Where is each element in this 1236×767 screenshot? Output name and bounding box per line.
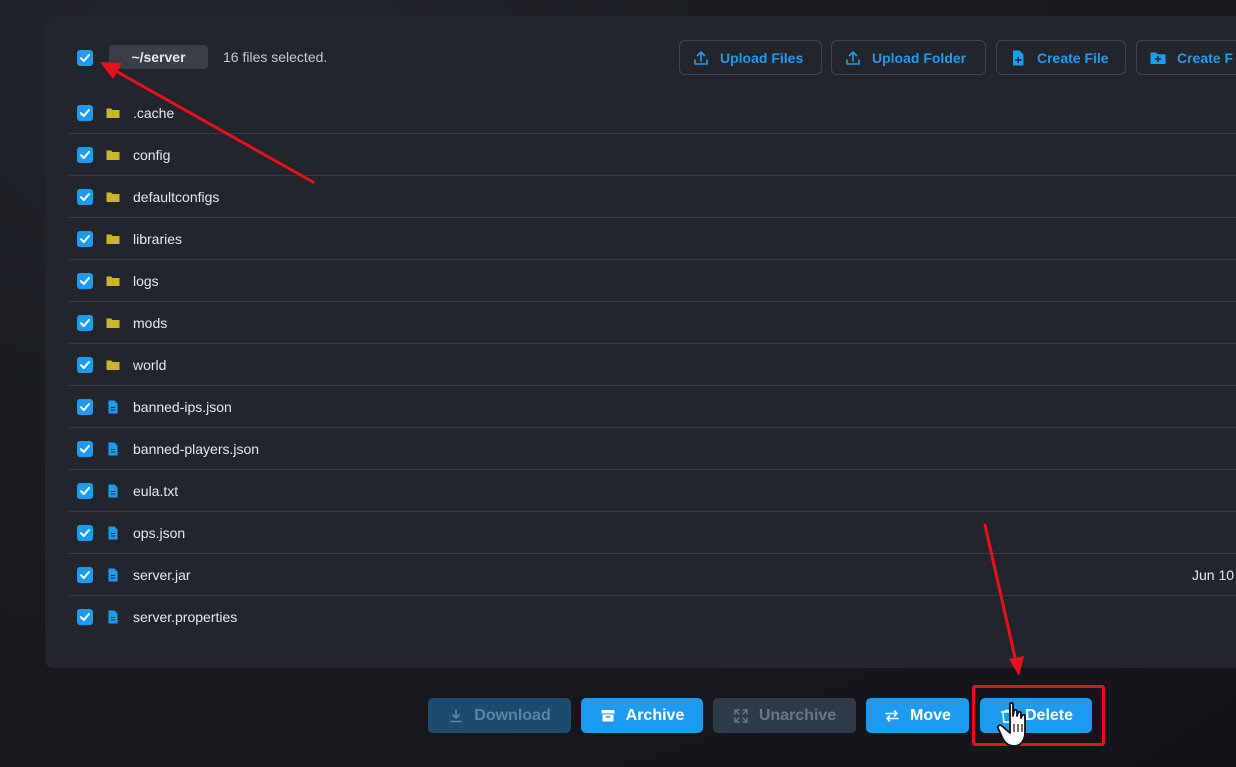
file-row-checkbox[interactable] bbox=[77, 609, 93, 625]
unarchive-label: Unarchive bbox=[758, 706, 837, 724]
archive-label: Archive bbox=[625, 706, 685, 724]
file-plus-icon bbox=[1013, 50, 1024, 65]
file-row-checkbox[interactable] bbox=[77, 230, 93, 247]
file-row[interactable]: banned-ips.json bbox=[69, 386, 1236, 428]
folder-icon bbox=[105, 105, 121, 121]
file-name[interactable]: server.jar bbox=[133, 567, 191, 583]
checkmark-icon bbox=[80, 444, 90, 453]
checkmark-icon bbox=[80, 276, 90, 285]
file-row[interactable]: mods bbox=[69, 302, 1236, 344]
upload-icon bbox=[846, 50, 860, 65]
file-row-checkbox[interactable] bbox=[77, 104, 93, 121]
download-icon bbox=[450, 708, 463, 722]
file-name[interactable]: banned-ips.json bbox=[133, 399, 232, 415]
file-icon bbox=[105, 399, 121, 415]
file-name[interactable]: .cache bbox=[133, 105, 174, 121]
upload-folder-label: Upload Folder bbox=[872, 49, 967, 66]
create-folder-label: Create F bbox=[1177, 49, 1234, 66]
breadcrumb[interactable]: ~/server bbox=[109, 45, 208, 69]
file-row-checkbox[interactable] bbox=[77, 356, 93, 373]
file-row[interactable]: banned-players.json bbox=[69, 428, 1236, 470]
create-file-button[interactable]: Create File bbox=[996, 40, 1126, 75]
checkmark-icon bbox=[80, 150, 90, 159]
file-row[interactable]: server.jar Jun 10 bbox=[69, 554, 1236, 596]
file-manager-panel: ~/server 16 files selected. Upload Files… bbox=[45, 16, 1236, 668]
checkmark-icon bbox=[80, 360, 90, 369]
download-label: Download bbox=[474, 706, 551, 724]
upload-folder-button[interactable]: Upload Folder bbox=[831, 40, 986, 75]
file-icon bbox=[105, 525, 121, 541]
folder-plus-icon bbox=[1150, 52, 1166, 64]
download-button[interactable]: Download bbox=[428, 698, 571, 733]
checkmark-icon bbox=[80, 108, 90, 117]
file-row[interactable]: defaultconfigs bbox=[69, 176, 1236, 218]
file-name[interactable]: eula.txt bbox=[133, 483, 178, 499]
file-row-checkbox[interactable] bbox=[77, 482, 93, 499]
checkmark-icon bbox=[80, 486, 90, 495]
file-row-checkbox[interactable] bbox=[77, 524, 93, 541]
file-name[interactable]: banned-players.json bbox=[133, 441, 259, 457]
swap-arrows-icon bbox=[885, 709, 899, 722]
checkmark-icon bbox=[80, 570, 90, 579]
file-row[interactable]: config bbox=[69, 134, 1236, 176]
file-icon bbox=[105, 483, 121, 499]
file-list: .cache config defaultconfigs libraries logs m… bbox=[69, 92, 1236, 638]
file-row-checkbox[interactable] bbox=[77, 566, 93, 583]
file-row[interactable]: eula.txt bbox=[69, 470, 1236, 512]
create-file-label: Create File bbox=[1037, 49, 1109, 66]
file-name[interactable]: libraries bbox=[133, 231, 182, 247]
upload-files-button[interactable]: Upload Files bbox=[679, 40, 822, 75]
move-button[interactable]: Move bbox=[866, 698, 969, 733]
file-icon bbox=[105, 567, 121, 583]
file-row-checkbox[interactable] bbox=[77, 398, 93, 415]
file-name[interactable]: logs bbox=[133, 273, 159, 289]
checkmark-icon bbox=[80, 318, 90, 327]
file-row-checkbox[interactable] bbox=[77, 146, 93, 163]
archive-icon bbox=[601, 709, 615, 721]
checkmark-icon bbox=[80, 613, 90, 621]
selection-count: 16 files selected. bbox=[223, 49, 328, 65]
file-name[interactable]: ops.json bbox=[133, 525, 185, 541]
file-row[interactable]: server.properties bbox=[69, 596, 1236, 638]
file-row[interactable]: .cache bbox=[69, 92, 1236, 134]
file-name[interactable]: world bbox=[133, 357, 166, 373]
checkmark-icon bbox=[80, 192, 90, 201]
file-icon bbox=[105, 609, 121, 625]
archive-button[interactable]: Archive bbox=[581, 698, 703, 733]
checkmark-icon bbox=[80, 528, 90, 537]
file-row-checkbox[interactable] bbox=[77, 188, 93, 205]
checkmark-icon bbox=[80, 402, 90, 411]
file-row-checkbox[interactable] bbox=[77, 272, 93, 289]
expand-icon bbox=[734, 708, 748, 723]
folder-icon bbox=[105, 189, 121, 205]
file-name[interactable]: defaultconfigs bbox=[133, 189, 219, 205]
folder-icon bbox=[105, 273, 121, 289]
file-toolbar: ~/server 16 files selected. Upload Files… bbox=[45, 40, 1236, 75]
file-row-checkbox[interactable] bbox=[77, 440, 93, 457]
file-icon bbox=[105, 441, 121, 457]
file-name[interactable]: mods bbox=[133, 315, 167, 331]
folder-icon bbox=[105, 231, 121, 247]
checkmark-icon bbox=[80, 234, 90, 243]
file-row[interactable]: logs bbox=[69, 260, 1236, 302]
unarchive-button[interactable]: Unarchive bbox=[713, 698, 856, 733]
file-row[interactable]: ops.json bbox=[69, 512, 1236, 554]
file-name[interactable]: config bbox=[133, 147, 170, 163]
move-label: Move bbox=[910, 706, 951, 724]
create-folder-button[interactable]: Create F bbox=[1136, 40, 1236, 75]
checkmark-icon bbox=[80, 54, 90, 62]
file-date: Jun 10 bbox=[1192, 566, 1235, 583]
folder-icon bbox=[105, 147, 121, 163]
annotation-highlight-box bbox=[972, 685, 1105, 746]
select-all-checkbox[interactable] bbox=[77, 50, 93, 66]
file-row-checkbox[interactable] bbox=[77, 314, 93, 331]
file-row[interactable]: libraries bbox=[69, 218, 1236, 260]
file-name[interactable]: server.properties bbox=[133, 609, 237, 625]
file-row[interactable]: world bbox=[69, 344, 1236, 386]
folder-icon bbox=[105, 357, 121, 373]
upload-files-label: Upload Files bbox=[720, 49, 804, 66]
folder-icon bbox=[105, 315, 121, 331]
upload-icon bbox=[694, 50, 708, 65]
